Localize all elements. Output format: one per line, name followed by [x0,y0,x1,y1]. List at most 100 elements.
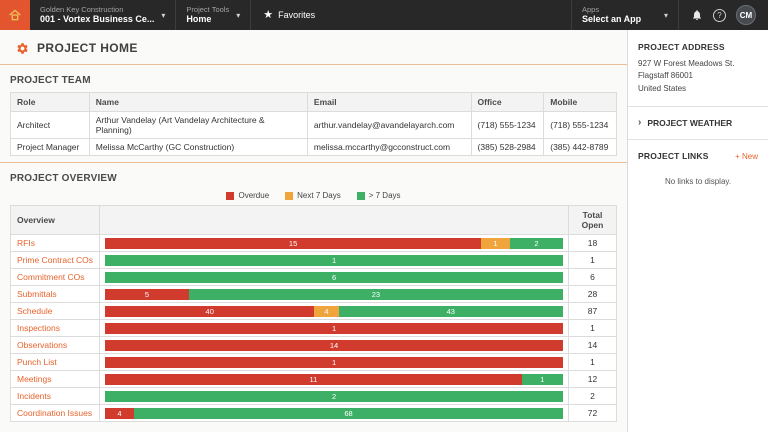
overview-label-cell: Schedule [9,302,101,320]
team-col-role: Role [10,92,90,112]
legend-swatch [226,191,235,200]
project-team-title: PROJECT TEAM [10,75,91,86]
house-logo-icon [9,9,21,21]
team-cell: Melissa McCarthy (GC Construction) [88,138,308,156]
no-links-message: No links to display. [664,177,732,187]
team-col-office: Office [470,92,545,112]
legend-label: Overdue [238,191,270,200]
overview-tool-link[interactable]: Prime Contract COs [17,255,93,265]
company-logo[interactable] [0,0,30,30]
overview-row: RFIs 15 1 2 18 [9,234,617,252]
overview-row: Commitment COs 6 6 [9,268,617,286]
star-icon: ★ [263,8,274,21]
overview-tool-link[interactable]: Coordination Issues [17,408,92,418]
overview-total-cell: 1 [568,251,617,269]
section-divider [0,162,627,163]
overview-table-body: RFIs 15 1 2 18 Prime Contract COs 1 1 Commitment… [9,234,617,422]
project-overview-title: PROJECT OVERVIEW [10,173,117,184]
bar-segment-later: 6 [105,271,563,283]
team-cell: (718) 555-1234 [470,111,545,139]
overview-total-cell: 18 [568,234,617,252]
overview-row: Observations 14 14 [9,336,617,354]
stacked-bar: 4 68 [105,407,563,419]
legend-label: Next 7 Days [297,191,341,200]
project-weather-toggle[interactable]: › PROJECT WEATHER [638,118,758,129]
user-avatar[interactable]: CM [736,5,756,25]
overview-tool-link[interactable]: Submittals [17,289,57,299]
address-line: United States [638,83,687,93]
stacked-bar: 11 1 [105,373,563,385]
overview-tool-link[interactable]: Meetings [17,374,52,384]
overview-label-cell: Coordination Issues [9,404,101,422]
stacked-bar: 2 [105,390,563,402]
overview-tool-link[interactable]: Commitment COs [17,272,85,282]
overview-bar-cell: 15 1 2 [99,234,569,252]
bar-segment-overdue: 1 [105,322,563,334]
gear-icon[interactable] [16,42,29,55]
overview-bar-cell: 2 [99,387,569,405]
overview-col-label: Overview [9,205,101,235]
bell-icon[interactable] [691,9,703,21]
team-cell: Arthur Vandelay (Art Vandelay Architectu… [88,111,308,139]
bar-segment-overdue: 11 [105,373,522,385]
bar-segment-later: 23 [188,288,563,300]
team-cell: (718) 555-1234 [543,111,617,139]
overview-row: Coordination Issues 4 68 72 [9,404,617,422]
overview-label-cell: Incidents [9,387,101,405]
overview-row: Schedule 40 4 43 87 [9,302,617,320]
overview-tool-link[interactable]: Incidents [17,391,51,401]
bar-segment-later: 2 [105,390,563,402]
sidebar-divider [628,106,768,108]
overview-total-cell: 6 [568,268,617,286]
section-divider [0,64,627,65]
stacked-bar: 5 23 [105,288,563,300]
stacked-bar: 14 [105,339,563,351]
overview-row: Prime Contract COs 1 1 [9,251,617,269]
overview-tool-link[interactable]: RFIs [17,238,35,248]
overview-bar-cell: 1 [99,251,569,269]
team-cell: melissa.mccarthy@gcconstruct.com [306,138,472,156]
overview-label-cell: Inspections [9,319,101,337]
project-tools-label: Project Tools [186,4,230,14]
project-tools-selector[interactable]: Project Tools Home ▾ [176,0,252,30]
bar-segment-overdue: 5 [105,288,189,300]
overview-row: Submittals 5 23 28 [9,285,617,303]
right-sidebar: PROJECT ADDRESS 927 W Forest Meadows St.… [627,30,768,432]
overview-label-cell: Meetings [9,370,101,388]
bar-segment-later: 1 [105,254,563,266]
team-row: Architect Arthur Vandelay (Art Vandelay A… [10,111,617,139]
overview-total-cell: 14 [568,336,617,354]
overview-tool-link[interactable]: Punch List [17,357,57,367]
overview-header-row: Overview Total Open [9,205,617,235]
project-address-title: PROJECT ADDRESS [638,42,725,52]
overview-bar-cell: 1 [99,319,569,337]
team-col-name: Name [88,92,308,112]
overview-row: Inspections 1 1 [9,319,617,337]
favorites-button[interactable]: ★ Favorites [251,0,327,30]
overview-label-cell: Observations [9,336,101,354]
overview-bar-cell: 14 [99,336,569,354]
favorites-label: Favorites [278,10,316,20]
help-icon[interactable]: ? [713,8,726,22]
overview-label-cell: Prime Contract COs [9,251,101,269]
project-tools-value: Home [186,14,212,25]
overview-label-cell: Commitment COs [9,268,101,286]
stacked-bar: 1 [105,356,563,368]
overview-tool-link[interactable]: Inspections [17,323,60,333]
company-selector[interactable]: Golden Key Construction 001 - Vortex Bus… [30,0,177,30]
overview-legend: Overdue Next 7 Days > 7 Days [0,191,627,200]
team-cell: Architect [10,111,90,139]
address-line: Flagstaff 86001 [638,71,694,81]
overview-tool-link[interactable]: Observations [17,340,67,350]
legend-swatch [285,191,294,200]
chevron-down-icon: ▾ [161,10,166,20]
overview-tool-link[interactable]: Schedule [17,306,52,316]
team-cell: arthur.vandelay@avandelayarch.com [306,111,472,139]
new-link-button[interactable]: + New [735,152,758,161]
team-col-mobile: Mobile [543,92,617,112]
overview-total-cell: 1 [568,319,617,337]
address-line: 927 W Forest Meadows St. [638,59,735,68]
apps-selector[interactable]: Apps Select an App ▾ [571,0,679,30]
overview-total-cell: 2 [568,387,617,405]
overview-bar-cell: 40 4 43 [99,302,569,320]
